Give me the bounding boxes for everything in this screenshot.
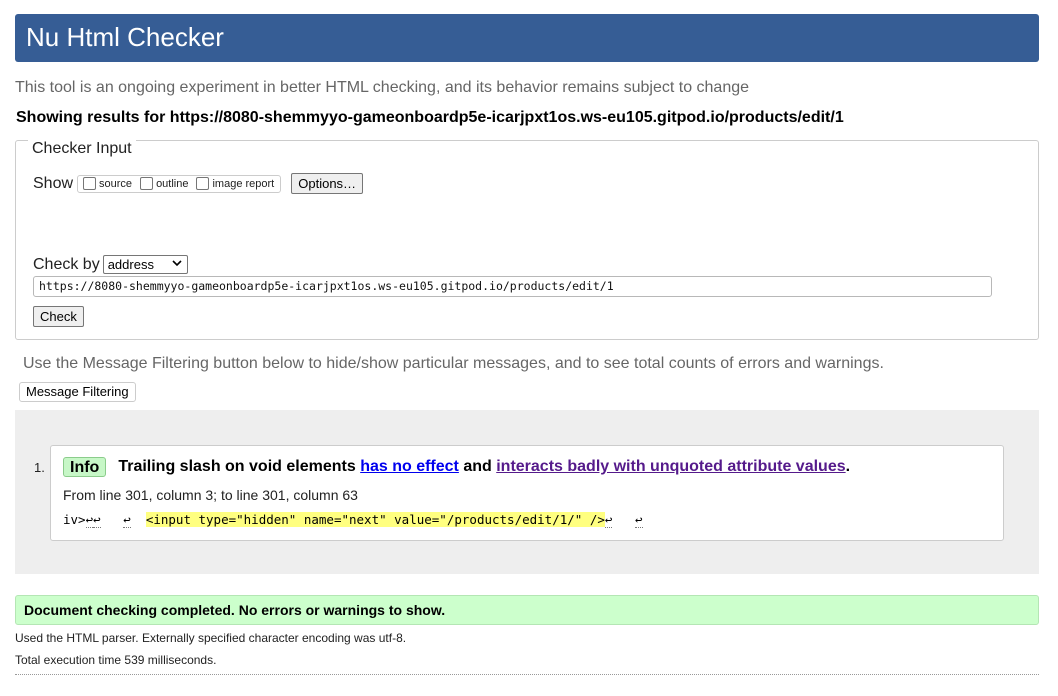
check-by-select[interactable]: address: [102, 255, 188, 274]
message-text-middle: and: [463, 458, 492, 475]
show-source-option[interactable]: source: [83, 177, 132, 190]
chevron-down-icon: [172, 257, 182, 274]
checker-input-legend: Checker Input: [28, 140, 136, 158]
linefeed-icon: ↩: [635, 512, 643, 528]
page-title: Nu Html Checker: [26, 22, 224, 52]
has-no-effect-link[interactable]: has no effect: [360, 458, 459, 475]
message-text: Trailing slash on void elements has no e…: [118, 458, 850, 476]
checker-input-fieldset: Checker Input Show source outline image …: [15, 140, 1039, 340]
code-extract: iv>↩↩ ↩ <input type="hidden" name="next"…: [63, 512, 643, 528]
linefeed-icon: ↩: [85, 512, 94, 528]
source-label: source: [99, 177, 133, 190]
info-badge: Info: [63, 457, 107, 477]
show-options-group: source outline image report: [77, 174, 282, 193]
message-number: 1.: [34, 460, 45, 475]
show-options-row: Show source outline image report Options…: [33, 173, 364, 194]
options-button[interactable]: Options…: [291, 173, 364, 194]
image-report-checkbox[interactable]: [196, 177, 210, 190]
page-header: Nu Html Checker: [15, 14, 1039, 62]
completion-status: Document checking completed. No errors o…: [15, 595, 1039, 625]
outline-checkbox[interactable]: [140, 177, 154, 190]
outline-label: outline: [156, 177, 189, 190]
linefeed-icon: ↩: [93, 512, 101, 528]
execution-time: Total execution time 539 milliseconds.: [15, 653, 217, 667]
results-panel: 1. Info Trailing slash on void elements …: [15, 410, 1039, 574]
interacts-badly-link[interactable]: interacts badly with unquoted attribute …: [496, 458, 845, 475]
check-by-row: Check by address: [33, 255, 188, 274]
parser-note: Used the HTML parser. Externally specifi…: [15, 631, 407, 645]
linefeed-icon: ↩: [604, 512, 613, 528]
show-outline-option[interactable]: outline: [140, 177, 188, 190]
tagline: This tool is an ongoing experiment in be…: [15, 79, 750, 96]
extract-highlight: <input type="hidden" name="next" value="…: [145, 512, 605, 527]
image-report-label: image report: [212, 177, 275, 190]
linefeed-icon: ↩: [123, 512, 131, 528]
show-label: Show: [33, 174, 74, 192]
extract-prefix: iv>: [63, 512, 86, 527]
message-filter-note: Use the Message Filtering button below t…: [23, 355, 884, 372]
check-by-label: Check by: [33, 255, 100, 273]
url-input[interactable]: https://8080-shemmyyo-gameonboardp5e-ica…: [33, 276, 992, 297]
check-button[interactable]: Check: [33, 306, 84, 327]
message-text-before: Trailing slash on void elements: [118, 458, 356, 475]
source-checkbox[interactable]: [83, 177, 97, 190]
check-by-value: address: [107, 257, 154, 272]
message-item: Info Trailing slash on void elements has…: [50, 445, 1004, 541]
show-image-report-option[interactable]: image report: [196, 177, 274, 190]
showing-results-heading: Showing results for https://8080-shemmyy…: [16, 109, 844, 126]
message-heading: Info Trailing slash on void elements has…: [63, 457, 850, 477]
message-text-after: .: [845, 458, 851, 475]
message-filtering-button[interactable]: Message Filtering: [19, 382, 136, 402]
message-location: From line 301, column 3; to line 301, co…: [63, 487, 358, 503]
footer-divider: [15, 674, 1039, 675]
